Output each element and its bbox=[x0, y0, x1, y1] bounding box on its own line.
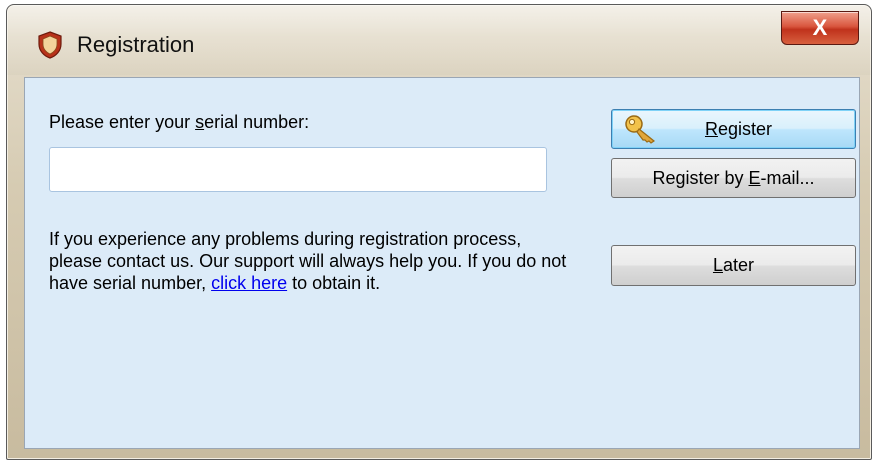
later-button[interactable]: Later bbox=[611, 245, 856, 286]
shield-icon bbox=[38, 31, 62, 59]
obtain-serial-link[interactable]: click here bbox=[211, 273, 287, 293]
close-icon: X bbox=[812, 15, 828, 40]
key-icon bbox=[625, 115, 656, 144]
help-text: If you experience any problems during re… bbox=[49, 229, 567, 293]
window-title: Registration bbox=[77, 32, 195, 57]
client-area: Please enter your serial number: If you … bbox=[24, 77, 860, 449]
serial-prompt-label: Please enter your serial number: bbox=[49, 112, 310, 132]
serial-number-input[interactable] bbox=[49, 147, 547, 192]
title-bar[interactable]: Registration X bbox=[7, 5, 871, 75]
close-button[interactable]: X bbox=[781, 11, 859, 45]
registration-window: Registration X Please enter your serial … bbox=[6, 4, 872, 460]
register-button[interactable]: Register bbox=[611, 109, 856, 149]
register-by-email-button[interactable]: Register by E-mail... bbox=[611, 158, 856, 198]
